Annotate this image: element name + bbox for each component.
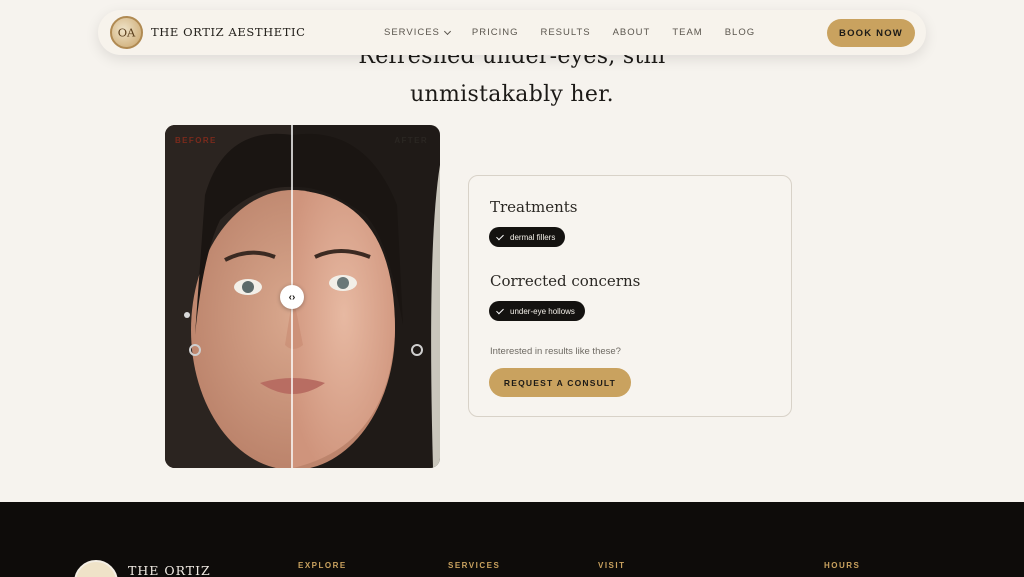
check-icon	[496, 232, 504, 240]
nav-item-label: SERVICES	[384, 27, 440, 38]
nav-item-about[interactable]: ABOUT	[613, 27, 651, 38]
footer-heading-explore: EXPLORE	[298, 561, 347, 570]
nav-item-blog[interactable]: BLOG	[725, 27, 755, 38]
treatments-heading: Treatments	[490, 198, 578, 216]
concerns-heading: Corrected concerns	[490, 272, 641, 290]
brand-logo[interactable]: OA	[110, 16, 143, 49]
footer-heading-hours: HOURS	[824, 561, 861, 570]
before-after-slider[interactable]: BEFORE AFTER ‹›	[165, 125, 440, 468]
chip-label: under-eye hollows	[510, 306, 575, 316]
before-label: BEFORE	[175, 136, 217, 145]
chip-label: dermal fillers	[510, 232, 556, 242]
footer-logo[interactable]	[74, 560, 118, 577]
check-icon	[496, 306, 504, 314]
nav-item-results[interactable]: RESULTS	[540, 27, 590, 38]
brand-name[interactable]: THE ORTIZ AESTHETIC	[151, 25, 306, 39]
results-prompt: Interested in results like these?	[490, 346, 621, 357]
footer-heading-visit: VISIT	[598, 561, 626, 570]
site-footer: THE ORTIZ EXPLORE SERVICES VISIT HOURS	[0, 502, 1024, 577]
headline-line-2: unmistakably her.	[410, 82, 614, 107]
book-now-button[interactable]: BOOK NOW	[827, 19, 915, 47]
request-consult-button[interactable]: REQUEST A CONSULT	[489, 368, 631, 397]
after-label: AFTER	[394, 136, 428, 145]
chevron-down-icon	[443, 27, 451, 35]
main-menu: SERVICES PRICING RESULTS ABOUT TEAM BLOG	[384, 27, 777, 38]
slider-handle-icon[interactable]: ‹›	[280, 285, 304, 309]
footer-brand: THE ORTIZ	[128, 563, 211, 577]
top-navbar: OA THE ORTIZ AESTHETIC SERVICES PRICING …	[98, 10, 926, 55]
footer-heading-services: SERVICES	[448, 561, 501, 570]
results-info-card: Treatments dermal fillers Corrected conc…	[468, 175, 792, 417]
concern-chip: under-eye hollows	[489, 301, 585, 321]
svg-text:OA: OA	[118, 25, 136, 39]
nav-item-pricing[interactable]: PRICING	[472, 27, 519, 38]
nav-item-services[interactable]: SERVICES	[384, 27, 451, 38]
nav-item-team[interactable]: TEAM	[672, 27, 702, 38]
treatment-chip: dermal fillers	[489, 227, 566, 247]
